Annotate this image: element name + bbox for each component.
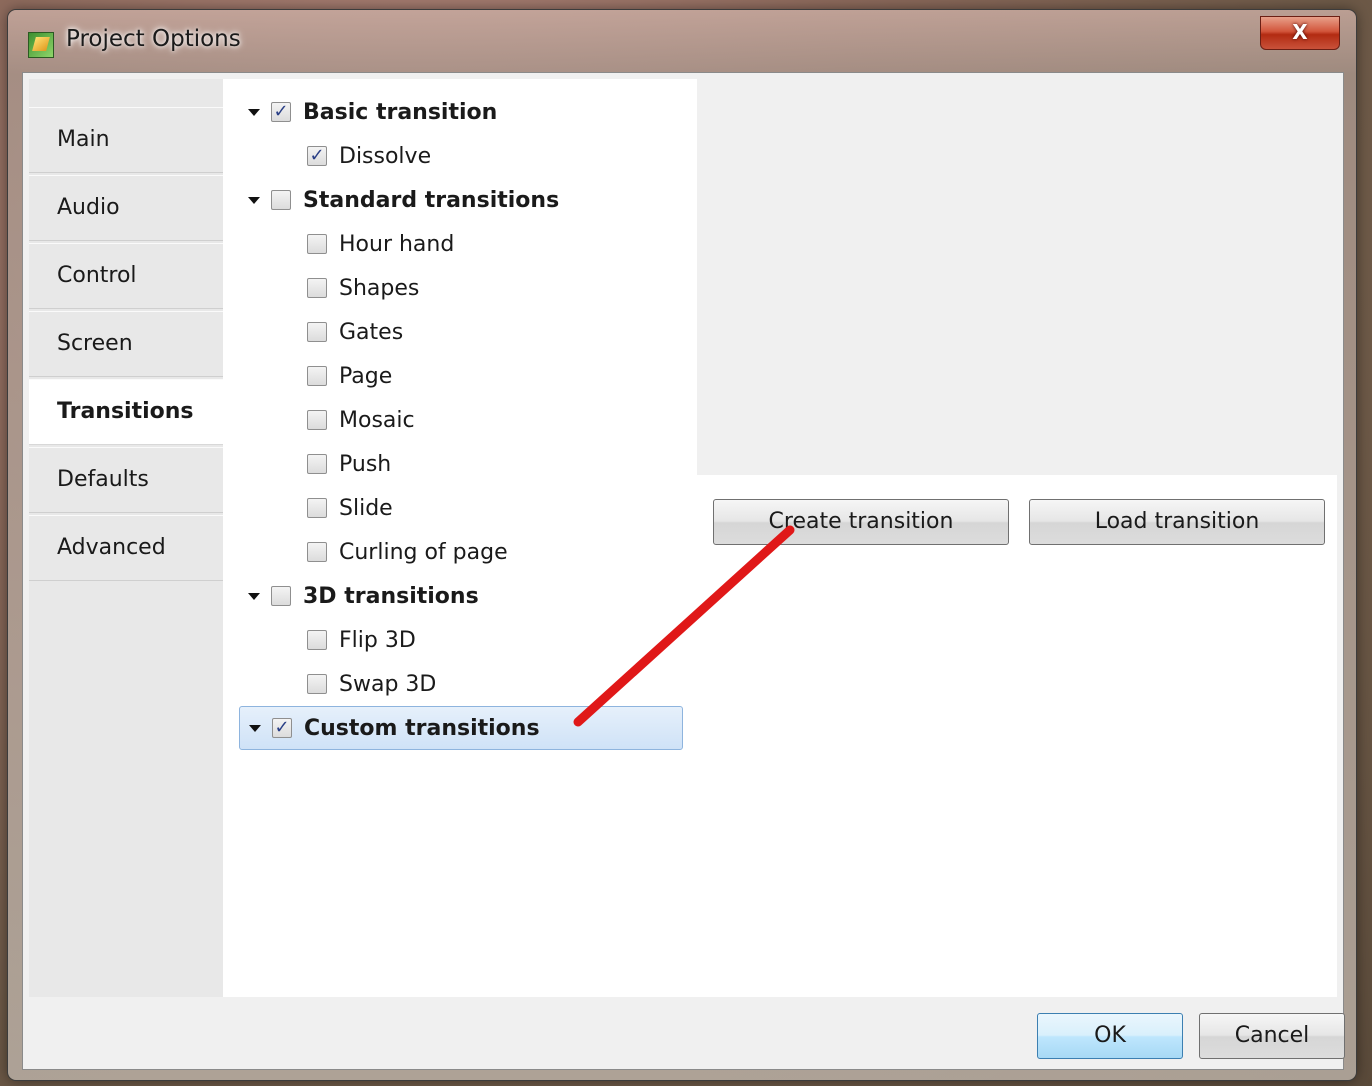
tree-group-basic-transition[interactable]: ✓ Basic transition: [243, 90, 497, 134]
checkbox-hour-hand[interactable]: [307, 234, 327, 254]
tree-label: Slide: [339, 495, 393, 521]
tree-label: Basic transition: [303, 99, 498, 125]
window-title: Project Options: [66, 26, 241, 52]
tab-screen[interactable]: Screen: [29, 311, 223, 377]
load-transition-button[interactable]: Load transition: [1029, 499, 1325, 545]
tree-label: Shapes: [339, 275, 420, 301]
checkbox-push[interactable]: [307, 454, 327, 474]
tree-item-flip-3d[interactable]: Flip 3D: [307, 618, 416, 662]
tree-label: Custom transitions: [304, 715, 540, 741]
tree-item-curling-of-page[interactable]: Curling of page: [307, 530, 508, 574]
tree-group-3d-transitions[interactable]: 3D transitions: [243, 574, 479, 618]
tree-label: Mosaic: [339, 407, 415, 433]
expand-arrow-icon[interactable]: [243, 585, 265, 607]
tree-item-gates[interactable]: Gates: [307, 310, 403, 354]
checkbox-mosaic[interactable]: [307, 410, 327, 430]
tree-item-slide[interactable]: Slide: [307, 486, 393, 530]
ok-button[interactable]: OK: [1037, 1013, 1183, 1059]
tab-transitions[interactable]: Transitions: [29, 379, 227, 445]
expand-arrow-icon[interactable]: [243, 189, 265, 211]
checkbox-swap-3d[interactable]: [307, 674, 327, 694]
tree-item-hour-hand[interactable]: Hour hand: [307, 222, 454, 266]
dialog-client-area: Main Audio Control Screen Transitions De…: [22, 72, 1345, 1070]
tab-audio[interactable]: Audio: [29, 175, 223, 241]
tree-label: Push: [339, 451, 392, 477]
checkbox-shapes[interactable]: [307, 278, 327, 298]
transition-preview-area: [697, 79, 1337, 476]
tree-group-standard-transitions[interactable]: Standard transitions: [243, 178, 559, 222]
tab-main[interactable]: Main: [29, 107, 223, 173]
tree-label: Page: [339, 363, 393, 389]
tree-label: 3D transitions: [303, 583, 479, 609]
tree-label: Curling of page: [339, 539, 508, 565]
tab-defaults[interactable]: Defaults: [29, 447, 223, 513]
tree-label: Hour hand: [339, 231, 455, 257]
tree-item-shapes[interactable]: Shapes: [307, 266, 419, 310]
tree-label: Swap 3D: [339, 671, 437, 697]
expand-arrow-icon[interactable]: [243, 101, 265, 123]
checkbox-flip-3d[interactable]: [307, 630, 327, 650]
checkbox-page[interactable]: [307, 366, 327, 386]
tree-label: Gates: [339, 319, 404, 345]
tree-item-swap-3d[interactable]: Swap 3D: [307, 662, 436, 706]
tree-item-dissolve[interactable]: ✓ Dissolve: [307, 134, 431, 178]
tree-group-custom-transitions[interactable]: ✓ Custom transitions: [239, 706, 683, 750]
tab-control[interactable]: Control: [29, 243, 223, 309]
checkbox-basic-transition[interactable]: ✓: [271, 102, 291, 122]
tree-item-page[interactable]: Page: [307, 354, 392, 398]
tab-bar: Main Audio Control Screen Transitions De…: [29, 79, 227, 997]
create-transition-button[interactable]: Create transition: [713, 499, 1009, 545]
tree-item-push[interactable]: Push: [307, 442, 391, 486]
checkbox-curling-of-page[interactable]: [307, 542, 327, 562]
checkbox-slide[interactable]: [307, 498, 327, 518]
tree-label: Dissolve: [339, 143, 432, 169]
checkbox-dissolve[interactable]: ✓: [307, 146, 327, 166]
checkbox-standard-transitions[interactable]: [271, 190, 291, 210]
tree-label: Standard transitions: [303, 187, 560, 213]
tab-advanced[interactable]: Advanced: [29, 515, 223, 581]
checkbox-3d-transitions[interactable]: [271, 586, 291, 606]
app-icon: [28, 32, 54, 58]
checkbox-custom-transitions[interactable]: ✓: [272, 718, 292, 738]
checkbox-gates[interactable]: [307, 322, 327, 342]
close-button[interactable]: X: [1260, 16, 1340, 50]
tree-label: Flip 3D: [339, 627, 416, 653]
tree-item-mosaic[interactable]: Mosaic: [307, 398, 415, 442]
title-bar[interactable]: Project Options X: [8, 10, 1356, 72]
cancel-button[interactable]: Cancel: [1199, 1013, 1345, 1059]
custom-transition-actions: Create transition Load transition: [697, 475, 1337, 997]
project-options-window: Project Options X Main Audio Control Scr…: [8, 10, 1356, 1080]
expand-arrow-icon[interactable]: [244, 717, 266, 739]
transitions-tree: ✓ Basic transition ✓ Dissolve Standard t…: [223, 79, 698, 997]
